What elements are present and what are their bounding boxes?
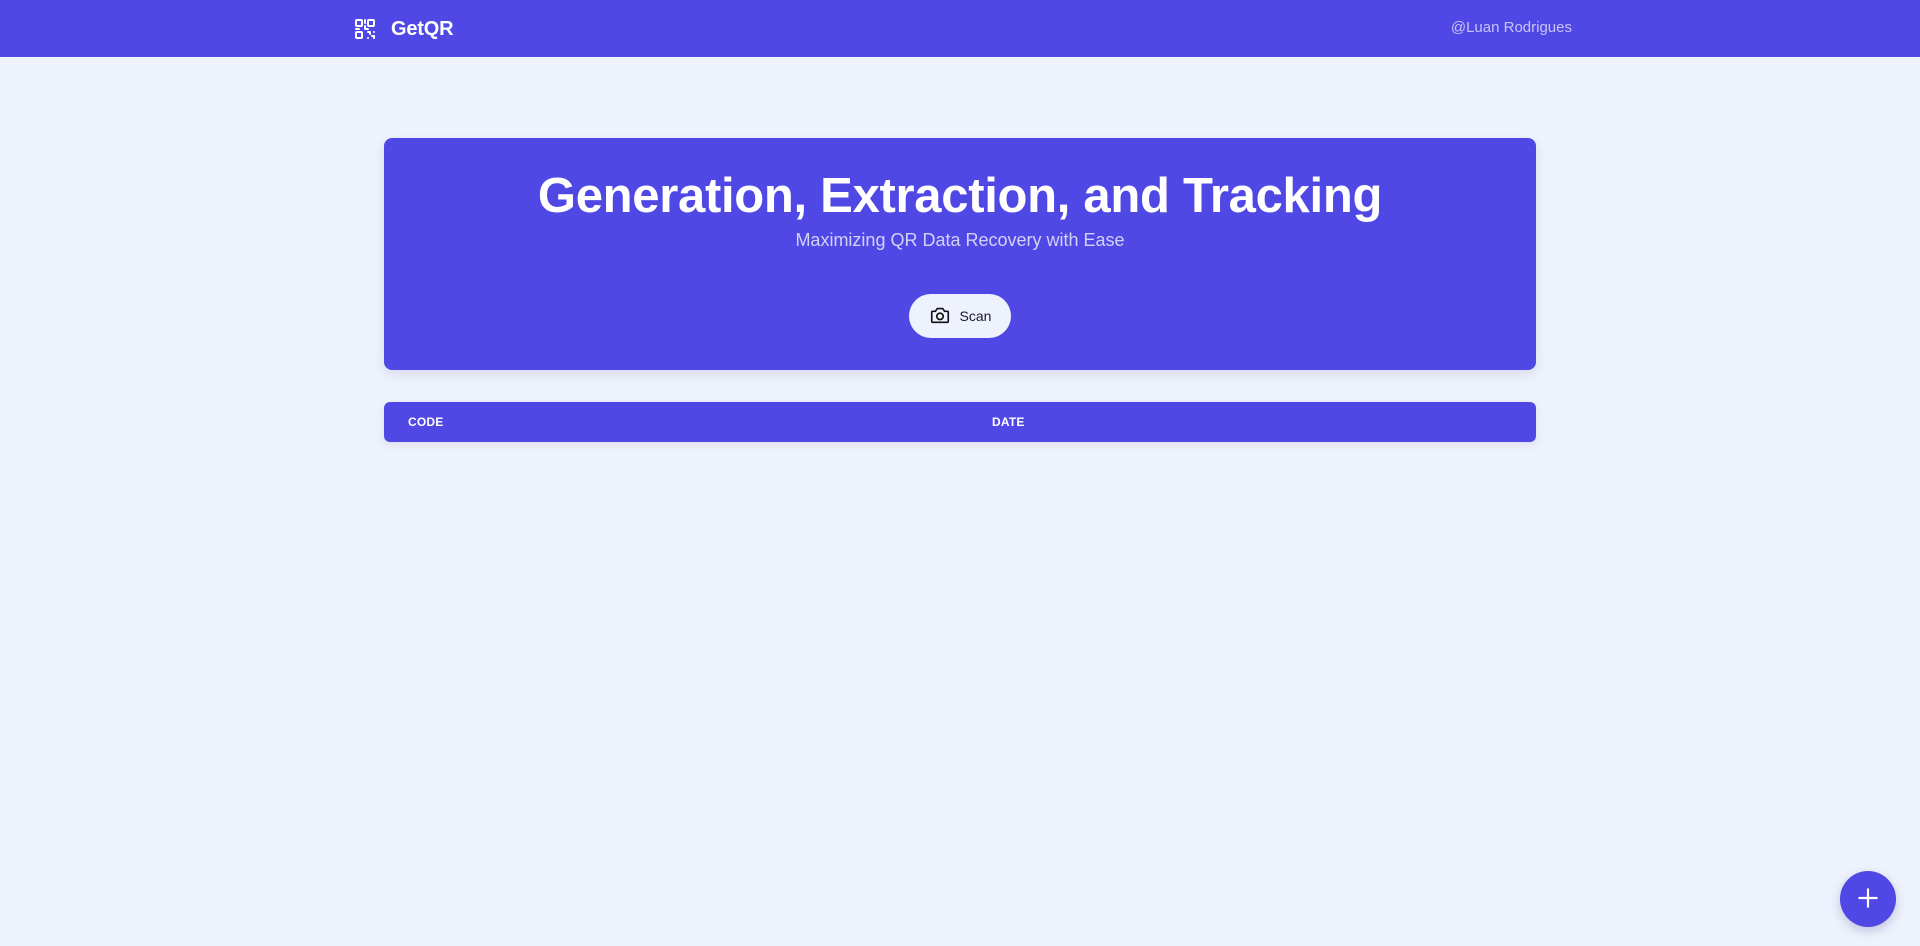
scan-button[interactable]: Scan bbox=[909, 294, 1011, 338]
plus-icon bbox=[1855, 885, 1881, 914]
author-link[interactable]: @Luan Rodrigues bbox=[1451, 19, 1572, 36]
codes-table-header: CODE DATE bbox=[384, 402, 1536, 442]
qr-code-icon bbox=[353, 17, 377, 41]
top-navbar: GetQR @Luan Rodrigues bbox=[0, 0, 1920, 57]
hero-title: Generation, Extraction, and Tracking bbox=[537, 169, 1383, 223]
column-header-date: DATE bbox=[992, 415, 1025, 429]
brand-name: GetQR bbox=[391, 17, 454, 40]
hero-subtitle: Maximizing QR Data Recovery with Ease bbox=[795, 230, 1125, 250]
column-header-code: CODE bbox=[408, 415, 444, 429]
brand-logo-link[interactable]: GetQR bbox=[353, 15, 454, 43]
add-button[interactable] bbox=[1840, 871, 1896, 927]
scan-button-label: Scan bbox=[959, 308, 992, 324]
camera-icon bbox=[929, 304, 951, 329]
hero-banner: Generation, Extraction, and Tracking Max… bbox=[384, 138, 1536, 370]
